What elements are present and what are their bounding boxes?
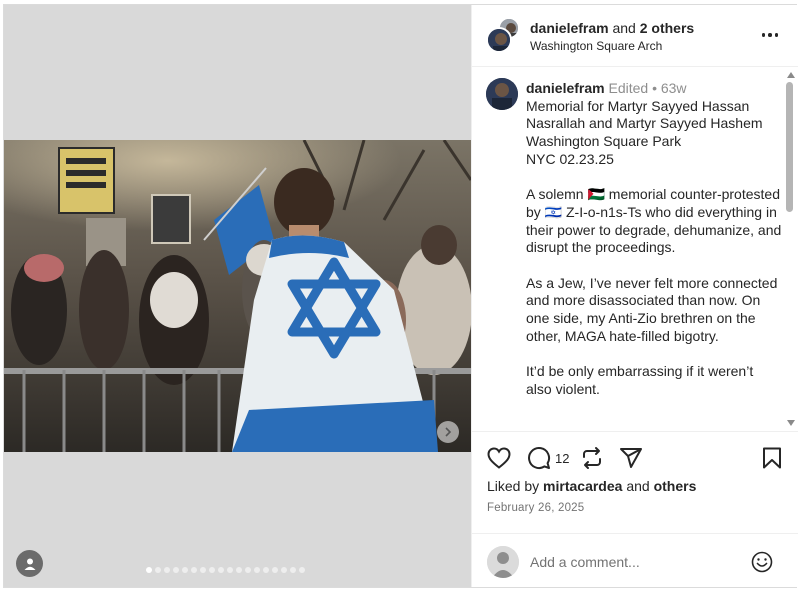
avatar[interactable] bbox=[486, 78, 518, 110]
collab-avatars[interactable] bbox=[486, 17, 522, 53]
carousel-dot bbox=[263, 567, 269, 573]
carousel-dot bbox=[191, 567, 197, 573]
carousel-dot bbox=[173, 567, 179, 573]
carousel-dot bbox=[281, 567, 287, 573]
caption-username[interactable]: danielefram bbox=[526, 80, 605, 96]
carousel-dot bbox=[209, 567, 215, 573]
caption-line: NYC 02.23.25 bbox=[526, 150, 614, 167]
comment-input[interactable] bbox=[530, 551, 740, 573]
post-photo[interactable] bbox=[4, 140, 471, 452]
save-button[interactable] bbox=[759, 445, 785, 471]
avatar bbox=[487, 546, 519, 578]
header-others-link[interactable]: 2 others bbox=[640, 20, 694, 36]
header-authors: danielefram and 2 others bbox=[530, 20, 694, 36]
repost-button[interactable] bbox=[579, 445, 605, 471]
carousel-dot bbox=[200, 567, 206, 573]
media-panel bbox=[4, 5, 471, 587]
repost-icon bbox=[583, 447, 601, 469]
caption-line: Washington Square Park bbox=[526, 133, 682, 150]
caption-meta: Edited • 63w bbox=[604, 80, 687, 96]
post-sidebar: danielefram and 2 others Washington Squa… bbox=[471, 5, 798, 587]
carousel-dot bbox=[290, 567, 296, 573]
carousel-dots bbox=[146, 567, 305, 573]
author-username[interactable]: danielefram bbox=[530, 20, 609, 36]
action-bar: 12 bbox=[472, 431, 798, 481]
liker-username[interactable]: mirtacardea bbox=[543, 478, 622, 494]
comment-bar bbox=[472, 533, 798, 587]
scrollbar-thumb[interactable] bbox=[786, 82, 793, 212]
caption-paragraph: As a Jew, I’ve never felt more connected… bbox=[526, 274, 778, 344]
carousel-dot bbox=[182, 567, 188, 573]
more-dots-icon bbox=[761, 33, 766, 37]
carousel-dot bbox=[236, 567, 242, 573]
send-icon bbox=[620, 448, 642, 468]
carousel-dot bbox=[155, 567, 161, 573]
caption-line: Memorial for Martyr Sayyed Hassan Nasral… bbox=[526, 97, 763, 132]
comment-icon bbox=[528, 447, 551, 469]
caption-paragraph: It’d be only embarrassing if it weren’t … bbox=[526, 363, 754, 397]
caption-text: danielefram Edited • 63w Memorial for Ma… bbox=[526, 80, 782, 399]
carousel-dot bbox=[299, 567, 305, 573]
caption-header: danielefram Edited • 63w bbox=[526, 80, 782, 98]
carousel-dot bbox=[227, 567, 233, 573]
bookmark-icon bbox=[763, 447, 781, 469]
scroll-down-arrow-icon[interactable] bbox=[787, 420, 795, 426]
post-dialog: danielefram and 2 others Washington Squa… bbox=[3, 4, 798, 588]
emoji-button[interactable] bbox=[751, 551, 773, 573]
carousel-dot bbox=[218, 567, 224, 573]
carousel-dot bbox=[164, 567, 170, 573]
post-date[interactable]: February 26, 2025 bbox=[487, 502, 584, 514]
user-icon bbox=[24, 558, 35, 570]
carousel-dot bbox=[245, 567, 251, 573]
more-options-button[interactable] bbox=[759, 25, 781, 45]
carousel-dot bbox=[146, 567, 152, 573]
chevron-right-icon bbox=[445, 427, 452, 437]
smiley-icon bbox=[751, 551, 773, 573]
header-and-text: and bbox=[608, 20, 640, 36]
likes-prefix: Liked by bbox=[487, 478, 544, 494]
like-button[interactable] bbox=[486, 445, 512, 471]
likes-others-link[interactable]: others bbox=[654, 478, 697, 494]
location-link[interactable]: Washington Square Arch bbox=[530, 39, 662, 53]
likes-summary: Liked by mirtacardea and others bbox=[487, 478, 696, 494]
likes-middle: and bbox=[622, 478, 654, 494]
post-header: danielefram and 2 others Washington Squa… bbox=[472, 5, 798, 67]
scroll-up-arrow-icon[interactable] bbox=[787, 72, 795, 78]
carousel-dot bbox=[272, 567, 278, 573]
caption-paragraph: A solemn 🇵🇸 memorial counter-protested b… bbox=[526, 186, 782, 256]
caption-scrollbar[interactable] bbox=[783, 68, 797, 430]
tagged-users-button[interactable] bbox=[16, 550, 43, 577]
caption-area: danielefram Edited • 63w Memorial for Ma… bbox=[472, 68, 798, 430]
comment-count: 12 bbox=[555, 451, 570, 466]
carousel-dot bbox=[254, 567, 260, 573]
share-button[interactable] bbox=[618, 445, 644, 471]
comment-button[interactable] bbox=[526, 445, 552, 471]
heart-icon bbox=[487, 447, 511, 469]
avatar bbox=[486, 27, 512, 53]
next-slide-button[interactable] bbox=[437, 421, 459, 443]
